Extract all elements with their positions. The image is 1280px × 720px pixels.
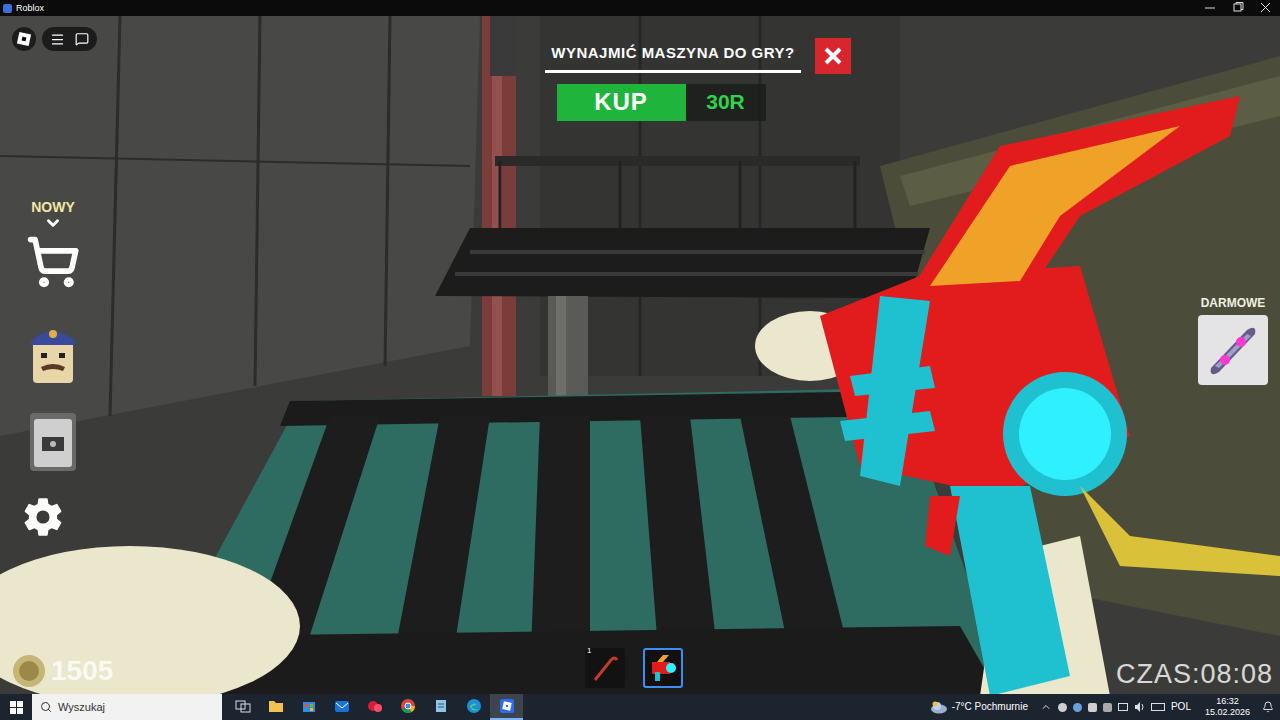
raygun-icon: [647, 652, 679, 684]
task-view-icon: [235, 699, 251, 713]
screen: Roblox WYNAJMIĆ MASZYNA DO GRY? KUP30R NOWY…: [0, 0, 1280, 720]
settings-button[interactable]: [22, 494, 84, 540]
close-window-icon[interactable]: [1252, 0, 1280, 16]
red-app-icon: [367, 699, 383, 713]
restore-icon[interactable]: [1224, 0, 1252, 16]
mail-icon: [334, 699, 350, 713]
weather[interactable]: -7°C Pochmurnie: [926, 694, 1032, 720]
left-menu: NOWY: [22, 200, 84, 540]
title-bar: Roblox: [0, 0, 1280, 16]
timer: CZAS:08:08: [1116, 661, 1273, 688]
prompt-underline: [545, 70, 801, 73]
tray-app-icon[interactable]: [1073, 703, 1082, 712]
volume-icon[interactable]: [1134, 702, 1145, 712]
network-icon[interactable]: [1118, 703, 1128, 711]
cloud-icon: [930, 700, 948, 714]
search-icon: [40, 701, 52, 713]
roblox-logo-icon: [17, 32, 31, 46]
tray-app-icon[interactable]: [1088, 703, 1097, 712]
taskbar: Wyszukaj -7°C Pochmurnie POL 16:3215.02.202…: [0, 694, 1280, 720]
weather-text: -7°C Pochmurnie: [952, 702, 1028, 712]
search-box[interactable]: Wyszukaj: [32, 694, 222, 720]
language-indicator[interactable]: POL: [1171, 702, 1191, 712]
clock-time: 16:32: [1216, 696, 1239, 707]
store-icon: [301, 699, 317, 713]
taskbar-app[interactable]: [226, 694, 259, 720]
prompt-question: WYNAJMIĆ MASZYNA DO GRY?: [551, 38, 794, 70]
notification-icon: [1262, 701, 1274, 713]
shop-button[interactable]: [22, 232, 84, 292]
roblox-icon: [499, 698, 515, 714]
clock-date: 15.02.2026: [1205, 707, 1250, 718]
slot-number: 1: [587, 647, 591, 655]
tray-app-icon[interactable]: [1058, 703, 1067, 712]
keyboard-icon[interactable]: [1151, 703, 1165, 711]
police-face-icon: [29, 321, 77, 385]
taskbar-app[interactable]: [259, 694, 292, 720]
chevron-down-icon: [44, 214, 62, 232]
taskbar-app[interactable]: [457, 694, 490, 720]
machine-button[interactable]: [22, 410, 84, 474]
clock[interactable]: 16:3215.02.2026: [1199, 694, 1256, 720]
chat-icon[interactable]: [75, 32, 89, 46]
machine-icon: [28, 411, 78, 473]
windows-logo-icon: [10, 701, 23, 714]
price-label: 30R: [686, 84, 766, 121]
buy-button[interactable]: KUP: [557, 84, 686, 121]
taskbar-app[interactable]: [325, 694, 358, 720]
notes-icon: [433, 699, 449, 713]
hotbar: 1: [585, 648, 683, 688]
edge-icon: [466, 698, 482, 714]
new-badge: NOWY: [31, 200, 75, 214]
tray-app-icon[interactable]: [1103, 703, 1112, 712]
cart-icon: [26, 235, 80, 289]
skins-button[interactable]: [22, 320, 84, 386]
coin-counter: 1505: [12, 654, 113, 688]
free-offer: DARMOWE: [1198, 297, 1268, 385]
crowbar-icon: [589, 652, 621, 684]
roblox-menu: [12, 27, 97, 51]
tray-expand-icon[interactable]: [1040, 701, 1052, 713]
roblox-menu-button[interactable]: [12, 27, 36, 51]
coin-icon: [12, 654, 46, 688]
system-tray: POL: [1032, 694, 1199, 720]
app-icon: [3, 4, 12, 13]
start-button[interactable]: [0, 694, 32, 720]
explorer-icon: [268, 699, 284, 713]
taskbar-app[interactable]: [424, 694, 457, 720]
gear-icon: [22, 496, 64, 538]
hoverboard-icon: [1203, 320, 1263, 380]
rent-prompt: WYNAJMIĆ MASZYNA DO GRY? KUP30R: [545, 38, 851, 121]
coin-amount: 1505: [51, 657, 113, 685]
window-title: Roblox: [16, 4, 44, 13]
hotbar-slot[interactable]: [643, 648, 683, 688]
search-placeholder: Wyszukaj: [58, 702, 105, 713]
minimize-icon[interactable]: [1196, 0, 1224, 16]
taskbar-app[interactable]: [490, 694, 523, 720]
taskbar-app[interactable]: [292, 694, 325, 720]
taskbar-app[interactable]: [391, 694, 424, 720]
free-item-button[interactable]: [1198, 315, 1268, 385]
close-icon: [823, 46, 843, 66]
hotbar-slot[interactable]: 1: [585, 648, 625, 688]
menu-icon[interactable]: [50, 32, 65, 47]
game-viewport[interactable]: WYNAJMIĆ MASZYNA DO GRY? KUP30R NOWY DARMOW…: [0, 16, 1280, 694]
notifications-button[interactable]: [1256, 694, 1280, 720]
close-prompt-button[interactable]: [815, 38, 851, 74]
chrome-icon: [400, 698, 416, 714]
taskbar-app[interactable]: [358, 694, 391, 720]
free-label: DARMOWE: [1201, 297, 1266, 315]
